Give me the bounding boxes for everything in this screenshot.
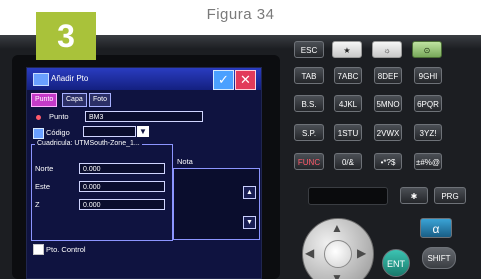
arrow-left-icon[interactable]: ◀ bbox=[305, 246, 314, 260]
arrow-right-icon[interactable]: ▶ bbox=[357, 246, 366, 260]
key-2[interactable]: 2VWX bbox=[374, 124, 402, 141]
nota-textarea[interactable] bbox=[173, 168, 260, 240]
key-7[interactable]: 7ABC bbox=[334, 67, 362, 84]
key-6[interactable]: 6PQR bbox=[414, 95, 442, 112]
este-label: Este bbox=[35, 182, 51, 191]
arrow-up-icon[interactable]: ▲ bbox=[331, 221, 343, 235]
key-9[interactable]: 9GHI bbox=[414, 67, 442, 84]
confirm-button[interactable]: ✓ bbox=[213, 70, 234, 90]
z-label: Z bbox=[35, 200, 40, 209]
nota-label: Nota bbox=[177, 157, 193, 166]
key-space[interactable]: S.P. bbox=[294, 124, 324, 141]
key-plusminus[interactable]: ±#%@ bbox=[414, 153, 442, 170]
key-backspace[interactable]: B.S. bbox=[294, 95, 324, 112]
key-3[interactable]: 3YZ! bbox=[414, 124, 442, 141]
key-tab[interactable]: TAB bbox=[294, 67, 324, 84]
key-5[interactable]: 5MNO bbox=[374, 95, 402, 112]
tab-capa[interactable]: Capa bbox=[62, 93, 87, 107]
window-title: Añadir Pto bbox=[51, 74, 89, 83]
key-alpha[interactable]: α bbox=[420, 218, 452, 238]
z-field[interactable]: 0.000 bbox=[79, 199, 165, 210]
close-icon: ✕ bbox=[240, 72, 251, 87]
card-slot bbox=[308, 187, 388, 205]
app-icon bbox=[33, 73, 49, 86]
codigo-select[interactable] bbox=[83, 126, 136, 137]
key-power[interactable]: ⊙ bbox=[412, 41, 442, 58]
norte-field[interactable]: 0.000 bbox=[79, 163, 165, 174]
grid-coordinates-group bbox=[31, 144, 173, 241]
pto-control-checkbox[interactable] bbox=[33, 244, 44, 255]
survey-controller-device: Añadir Pto ✓ ✕ Punto Capa Foto Punto BM3… bbox=[0, 35, 481, 279]
check-icon: ✓ bbox=[218, 72, 229, 87]
key-ent[interactable]: ENT bbox=[382, 249, 410, 277]
key-0[interactable]: 0/& bbox=[334, 153, 362, 170]
punto-field[interactable]: BM3 bbox=[85, 111, 203, 122]
key-backlight[interactable]: ☼ bbox=[372, 41, 402, 58]
title-bar: Añadir Pto ✓ ✕ bbox=[27, 68, 261, 90]
pto-control-label: Pto. Control bbox=[46, 245, 86, 254]
key-bluetooth[interactable]: ✱ bbox=[400, 187, 428, 204]
key-shift[interactable]: SHIFT bbox=[422, 247, 456, 269]
step-badge: 3 bbox=[36, 12, 96, 60]
norte-label: Norte bbox=[35, 164, 54, 173]
grid-title: Cuadricula: UTMSouth-Zone_1... bbox=[35, 140, 142, 147]
tab-punto[interactable]: Punto bbox=[31, 93, 58, 107]
punto-label: Punto bbox=[49, 112, 69, 121]
codigo-label: Código bbox=[46, 128, 70, 137]
cancel-button[interactable]: ✕ bbox=[235, 70, 256, 90]
scroll-down-button[interactable]: ▼ bbox=[243, 216, 256, 229]
key-esc[interactable]: ESC bbox=[294, 41, 324, 58]
key-symbols[interactable]: •*?$ bbox=[374, 153, 402, 170]
tab-foto[interactable]: Foto bbox=[89, 93, 112, 107]
key-star[interactable]: ★ bbox=[332, 41, 362, 58]
key-prg[interactable]: PRG bbox=[434, 187, 466, 204]
key-1[interactable]: 1STU bbox=[334, 124, 362, 141]
scroll-up-button[interactable]: ▲ bbox=[243, 186, 256, 199]
chevron-down-icon[interactable]: ▼ bbox=[137, 126, 149, 137]
key-8[interactable]: 8DEF bbox=[374, 67, 402, 84]
arrow-down-icon[interactable]: ▼ bbox=[331, 271, 343, 279]
point-dot-icon bbox=[36, 115, 41, 120]
bluetooth-icon: ✱ bbox=[410, 192, 418, 201]
add-point-screen: Añadir Pto ✓ ✕ Punto Capa Foto Punto BM3… bbox=[26, 67, 262, 279]
este-field[interactable]: 0.000 bbox=[79, 181, 165, 192]
dpad-center[interactable] bbox=[324, 240, 352, 268]
key-4[interactable]: 4JKL bbox=[334, 95, 362, 112]
key-func[interactable]: FUNC bbox=[294, 153, 324, 170]
code-book-icon bbox=[33, 128, 44, 139]
